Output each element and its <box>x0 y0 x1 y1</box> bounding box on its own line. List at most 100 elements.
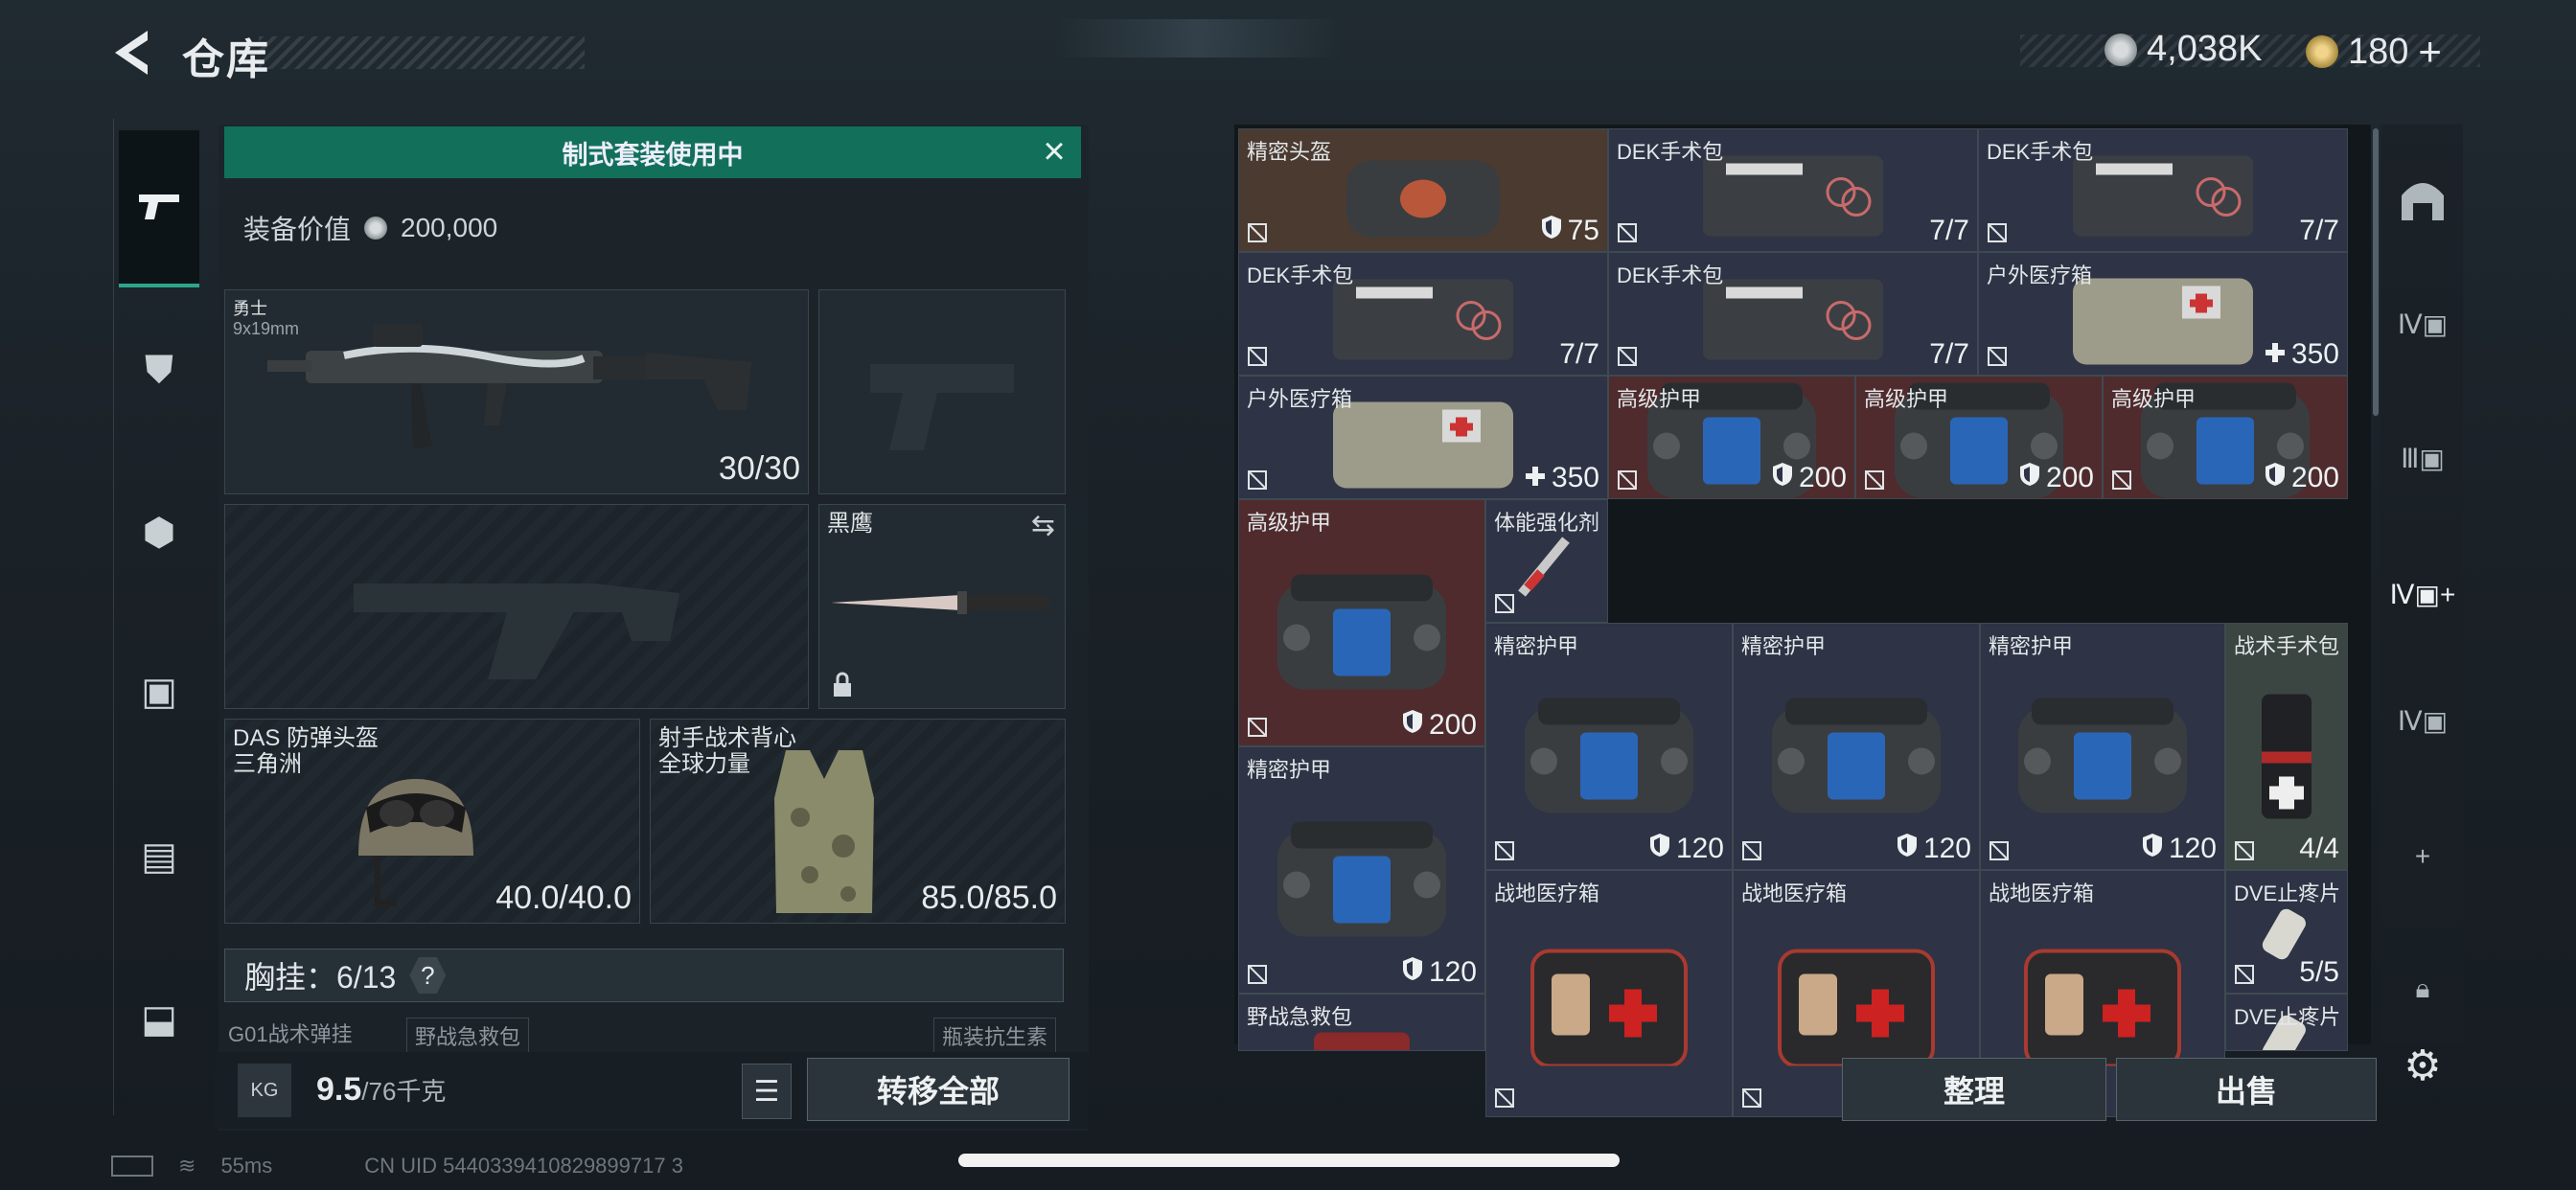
item-image <box>1327 388 1519 498</box>
stash-item[interactable]: 精密护甲 120 <box>1733 623 1980 870</box>
stash-item[interactable]: 战术手术包 4/4 <box>2225 623 2348 870</box>
item-name: 精密头盔 <box>1247 140 1332 164</box>
not-insured-icon <box>1989 840 2010 861</box>
add-stash-button[interactable]: + <box>2392 826 2453 887</box>
stash-tab-iv-add[interactable]: Ⅳ▣+ <box>2390 563 2456 625</box>
stash-item[interactable]: DVE止疼片 5/5 <box>2225 870 2348 994</box>
stash-item[interactable]: 精密护甲 120 <box>1485 623 1733 870</box>
nav-helmet[interactable]: ⬢ <box>119 494 199 571</box>
item-image <box>2248 684 2325 833</box>
stash-tab-iv-2[interactable]: Ⅳ▣ <box>2392 690 2453 751</box>
nav-backpack[interactable]: ▣ <box>119 653 199 730</box>
stash-item[interactable]: 高级护甲 200 <box>2103 376 2348 499</box>
secondary-weapon-slot[interactable] <box>224 504 809 709</box>
item-quantity-value: 350 <box>2290 338 2339 370</box>
not-insured-icon <box>1494 1087 1515 1109</box>
item-name: 精密护甲 <box>1494 634 1579 658</box>
item-image <box>1266 561 1458 709</box>
lock-icon <box>834 672 851 697</box>
ping-readout: 55ms <box>220 1154 273 1178</box>
helmet-slot[interactable]: DAS 防弹头盔 三角洲 40.0/40.0 <box>224 719 640 924</box>
nav-case[interactable]: ⬓ <box>119 981 199 1058</box>
item-quantity: 200 <box>2265 462 2339 494</box>
transfer-all-button[interactable]: 转移全部 <box>807 1058 1070 1121</box>
stash-tab-main[interactable] <box>2392 169 2453 230</box>
stash-item[interactable]: DEK手术包 7/7 <box>1978 128 2348 252</box>
sidearm-slot[interactable] <box>818 289 1066 494</box>
not-insured-icon <box>1494 840 1515 861</box>
stash-item[interactable]: DEK手术包 7/7 <box>1608 252 1978 376</box>
item-name: DVE止疼片 <box>2234 881 2341 905</box>
stash-item[interactable]: DVE止疼片 <box>2225 994 2348 1051</box>
stash-item[interactable]: 精密护甲 120 <box>1238 746 1485 994</box>
home-indicator[interactable] <box>958 1154 1620 1167</box>
item-image <box>1523 941 1695 1070</box>
armor-shield-icon <box>1402 956 1423 989</box>
item-image <box>2016 941 2189 1070</box>
not-insured-icon <box>1617 469 1638 491</box>
melee-slot[interactable]: 黑鹰 ⇆ <box>818 504 1066 709</box>
not-insured-icon <box>1247 469 1268 491</box>
stash-item[interactable]: 野战急救包 <box>1238 994 1485 1051</box>
item-image <box>2067 264 2259 375</box>
currency-premium[interactable]: 180 + <box>2306 29 2442 75</box>
armor-slot[interactable]: 射手战术背心 全球力量 85.0/85.0 <box>650 719 1066 924</box>
nav-clipboard[interactable]: ▤ <box>119 818 199 895</box>
not-insured-icon <box>1247 717 1268 738</box>
back-arrow-icon[interactable] <box>107 27 157 79</box>
backpack-icon: ▣ <box>141 671 177 713</box>
nav-weapons[interactable] <box>119 130 199 287</box>
item-quantity: 7/7 <box>2299 215 2339 247</box>
item-quantity-value: 120 <box>1675 833 1724 864</box>
nav-armor[interactable]: ⛊ <box>119 332 199 408</box>
swap-icon[interactable]: ⇆ <box>1031 509 1055 542</box>
wifi-icon: ≋ <box>178 1154 196 1178</box>
list-view-button[interactable]: ☰ <box>742 1064 792 1119</box>
item-image <box>2067 146 2259 246</box>
helmet-image <box>358 778 474 906</box>
add-currency-button[interactable]: + <box>2418 29 2442 75</box>
item-name: 战地医疗箱 <box>1494 881 1600 905</box>
stash-item[interactable]: 精密护甲 120 <box>1980 623 2225 870</box>
primary-weapon-slot[interactable]: 勇士 9x19mm 30/30 <box>224 289 809 494</box>
close-icon[interactable]: × <box>1035 132 1073 171</box>
item-name: DEK手术包 <box>1247 263 1354 287</box>
weight-icon: KG <box>238 1064 291 1117</box>
stash-item[interactable]: 战地医疗箱 <box>1485 870 1733 1117</box>
weapon-ammo: 30/30 <box>718 450 800 487</box>
armor-shield-icon <box>1541 215 1562 247</box>
equipment-value-row: 装备价值 200,000 <box>243 209 497 247</box>
heal-plus-icon <box>1525 462 1546 494</box>
sell-button[interactable]: 出售 <box>2116 1058 2377 1121</box>
stash-item[interactable]: 高级护甲 200 <box>1238 499 1485 746</box>
item-name: 精密护甲 <box>1247 758 1332 782</box>
stash-item[interactable]: 体能强化剂 <box>1485 499 1608 623</box>
item-name: 战地医疗箱 <box>1989 881 2095 905</box>
settings-button[interactable]: ⚙ <box>2392 1035 2453 1096</box>
stash-scrollbar[interactable] <box>2373 128 2379 416</box>
item-quantity: 120 <box>2142 833 2217 865</box>
sort-button[interactable]: 整理 <box>1842 1058 2106 1121</box>
stash-item[interactable]: 高级护甲 200 <box>1855 376 2103 499</box>
not-insured-icon <box>1987 222 2008 243</box>
item-quantity-value: 200 <box>2045 462 2094 493</box>
stash-item[interactable]: DEK手术包 7/7 <box>1608 128 1978 252</box>
stash-tab-iii[interactable]: Ⅲ▣ <box>2392 427 2453 489</box>
item-quantity-value: 75 <box>1567 215 1599 246</box>
not-insured-icon <box>2111 469 2132 491</box>
melee-name: 黑鹰 <box>827 511 873 537</box>
stash-item[interactable]: 户外医疗箱 350 <box>1238 376 1608 499</box>
chest-rig-row[interactable]: 胸挂：6/13 ? <box>224 949 1064 1002</box>
item-image <box>1513 684 1705 833</box>
not-insured-icon <box>2234 840 2255 861</box>
stash-tab-iv[interactable]: Ⅳ▣ <box>2392 293 2453 355</box>
stash-item[interactable]: 精密头盔 75 <box>1238 128 1608 252</box>
battery-icon <box>111 1156 153 1177</box>
help-icon[interactable]: ? <box>409 957 447 994</box>
storage-iv-icon: Ⅳ▣ <box>2397 705 2449 736</box>
stash-item[interactable]: DEK手术包 7/7 <box>1238 252 1608 376</box>
item-name: 野战急救包 <box>1247 1005 1353 1029</box>
item-quantity-value: 4/4 <box>2299 833 2339 864</box>
stash-item[interactable]: 高级护甲 200 <box>1608 376 1855 499</box>
stash-item[interactable]: 户外医疗箱 350 <box>1978 252 2348 376</box>
